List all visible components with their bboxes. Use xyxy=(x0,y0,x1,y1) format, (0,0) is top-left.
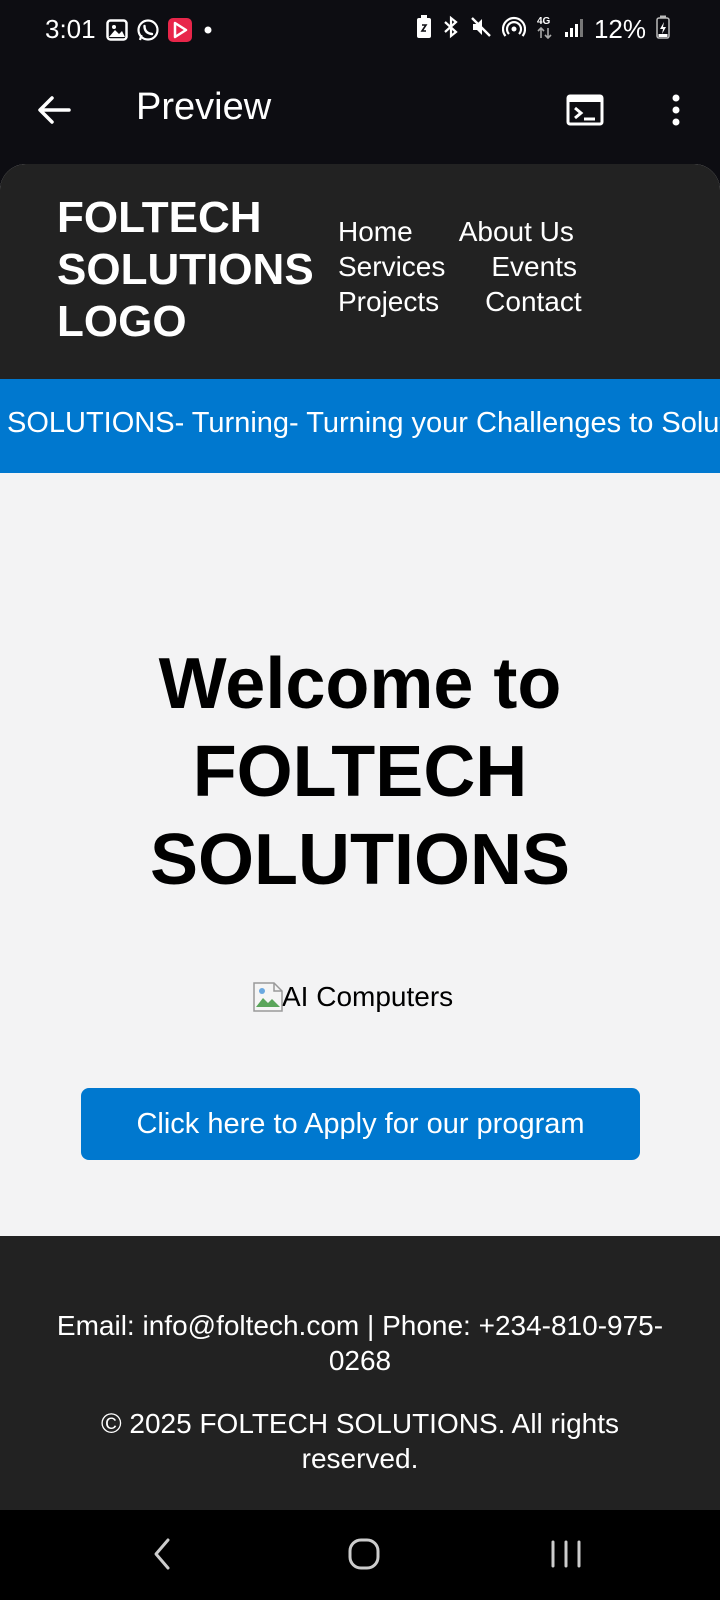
hotspot-icon xyxy=(501,15,527,44)
battery-percent: 12% xyxy=(593,14,646,44)
apply-button[interactable]: Click here to Apply for our program xyxy=(81,1088,640,1160)
nav-link-services[interactable]: Services xyxy=(338,251,445,283)
site-nav: Home About Us Services Events Projects C… xyxy=(338,214,638,319)
network-4g-icon: 4G xyxy=(536,14,554,45)
more-vert-icon xyxy=(671,93,681,132)
marquee-text: SOLUTIONS- Turning- Turning your Challen… xyxy=(7,407,720,439)
nav-link-contact[interactable]: Contact xyxy=(485,286,582,318)
status-bar: 3:01 4G 12% xyxy=(0,0,720,64)
nav-link-events[interactable]: Events xyxy=(491,251,577,283)
nav-back-button[interactable] xyxy=(138,1532,186,1580)
app-notification-icon xyxy=(168,18,192,47)
hero-title: Welcome to FOLTECH SOLUTIONS xyxy=(149,644,570,900)
app-bar: Preview xyxy=(0,64,720,160)
app-title: Preview xyxy=(136,86,272,128)
gallery-icon xyxy=(106,19,128,46)
bluetooth-icon xyxy=(442,15,460,44)
marquee-banner: SOLUTIONS- Turning- Turning your Challen… xyxy=(0,379,720,473)
hero-image-alt: AI Computers xyxy=(282,981,454,1012)
svg-text:4G: 4G xyxy=(537,16,551,27)
site-header: FOLTECH SOLUTIONS LOGO Home About Us Ser… xyxy=(0,164,720,379)
battery-saver-icon xyxy=(416,15,432,44)
nav-home-icon xyxy=(348,1538,380,1575)
status-time: 3:01 xyxy=(45,14,96,44)
nav-recents-icon xyxy=(549,1539,583,1574)
notification-icons xyxy=(106,18,216,47)
terminal-button[interactable] xyxy=(562,90,608,134)
nav-link-about[interactable]: About Us xyxy=(459,216,574,248)
more-options-button[interactable] xyxy=(654,90,698,134)
whatsapp-icon xyxy=(136,18,160,47)
mute-icon xyxy=(470,15,492,44)
back-arrow-icon xyxy=(37,95,71,130)
system-nav-bar xyxy=(0,1510,720,1600)
signal-icon xyxy=(564,15,584,44)
hero-image: AI Computers xyxy=(252,980,453,1014)
system-status-icons: 4G 12% xyxy=(416,14,670,45)
webview-preview: FOLTECH SOLUTIONS LOGO Home About Us Ser… xyxy=(0,164,720,1510)
nav-link-projects[interactable]: Projects xyxy=(338,286,439,318)
nav-link-home[interactable]: Home xyxy=(338,216,413,248)
nav-recents-button[interactable] xyxy=(542,1532,590,1580)
nav-home-button[interactable] xyxy=(340,1532,388,1580)
footer-copyright: © 2025 FOLTECH SOLUTIONS. All rights res… xyxy=(100,1408,620,1474)
footer-contact: Email: info@foltech.com | Phone: +234-81… xyxy=(56,1310,664,1376)
battery-charging-icon xyxy=(656,15,670,44)
dot-icon xyxy=(200,18,216,47)
broken-image-icon xyxy=(252,981,284,1013)
site-logo: FOLTECH SOLUTIONS LOGO xyxy=(57,193,314,346)
nav-back-icon xyxy=(152,1537,172,1576)
terminal-icon xyxy=(566,94,604,131)
site-footer: Email: info@foltech.com | Phone: +234-81… xyxy=(0,1236,720,1510)
back-button[interactable] xyxy=(32,90,76,134)
